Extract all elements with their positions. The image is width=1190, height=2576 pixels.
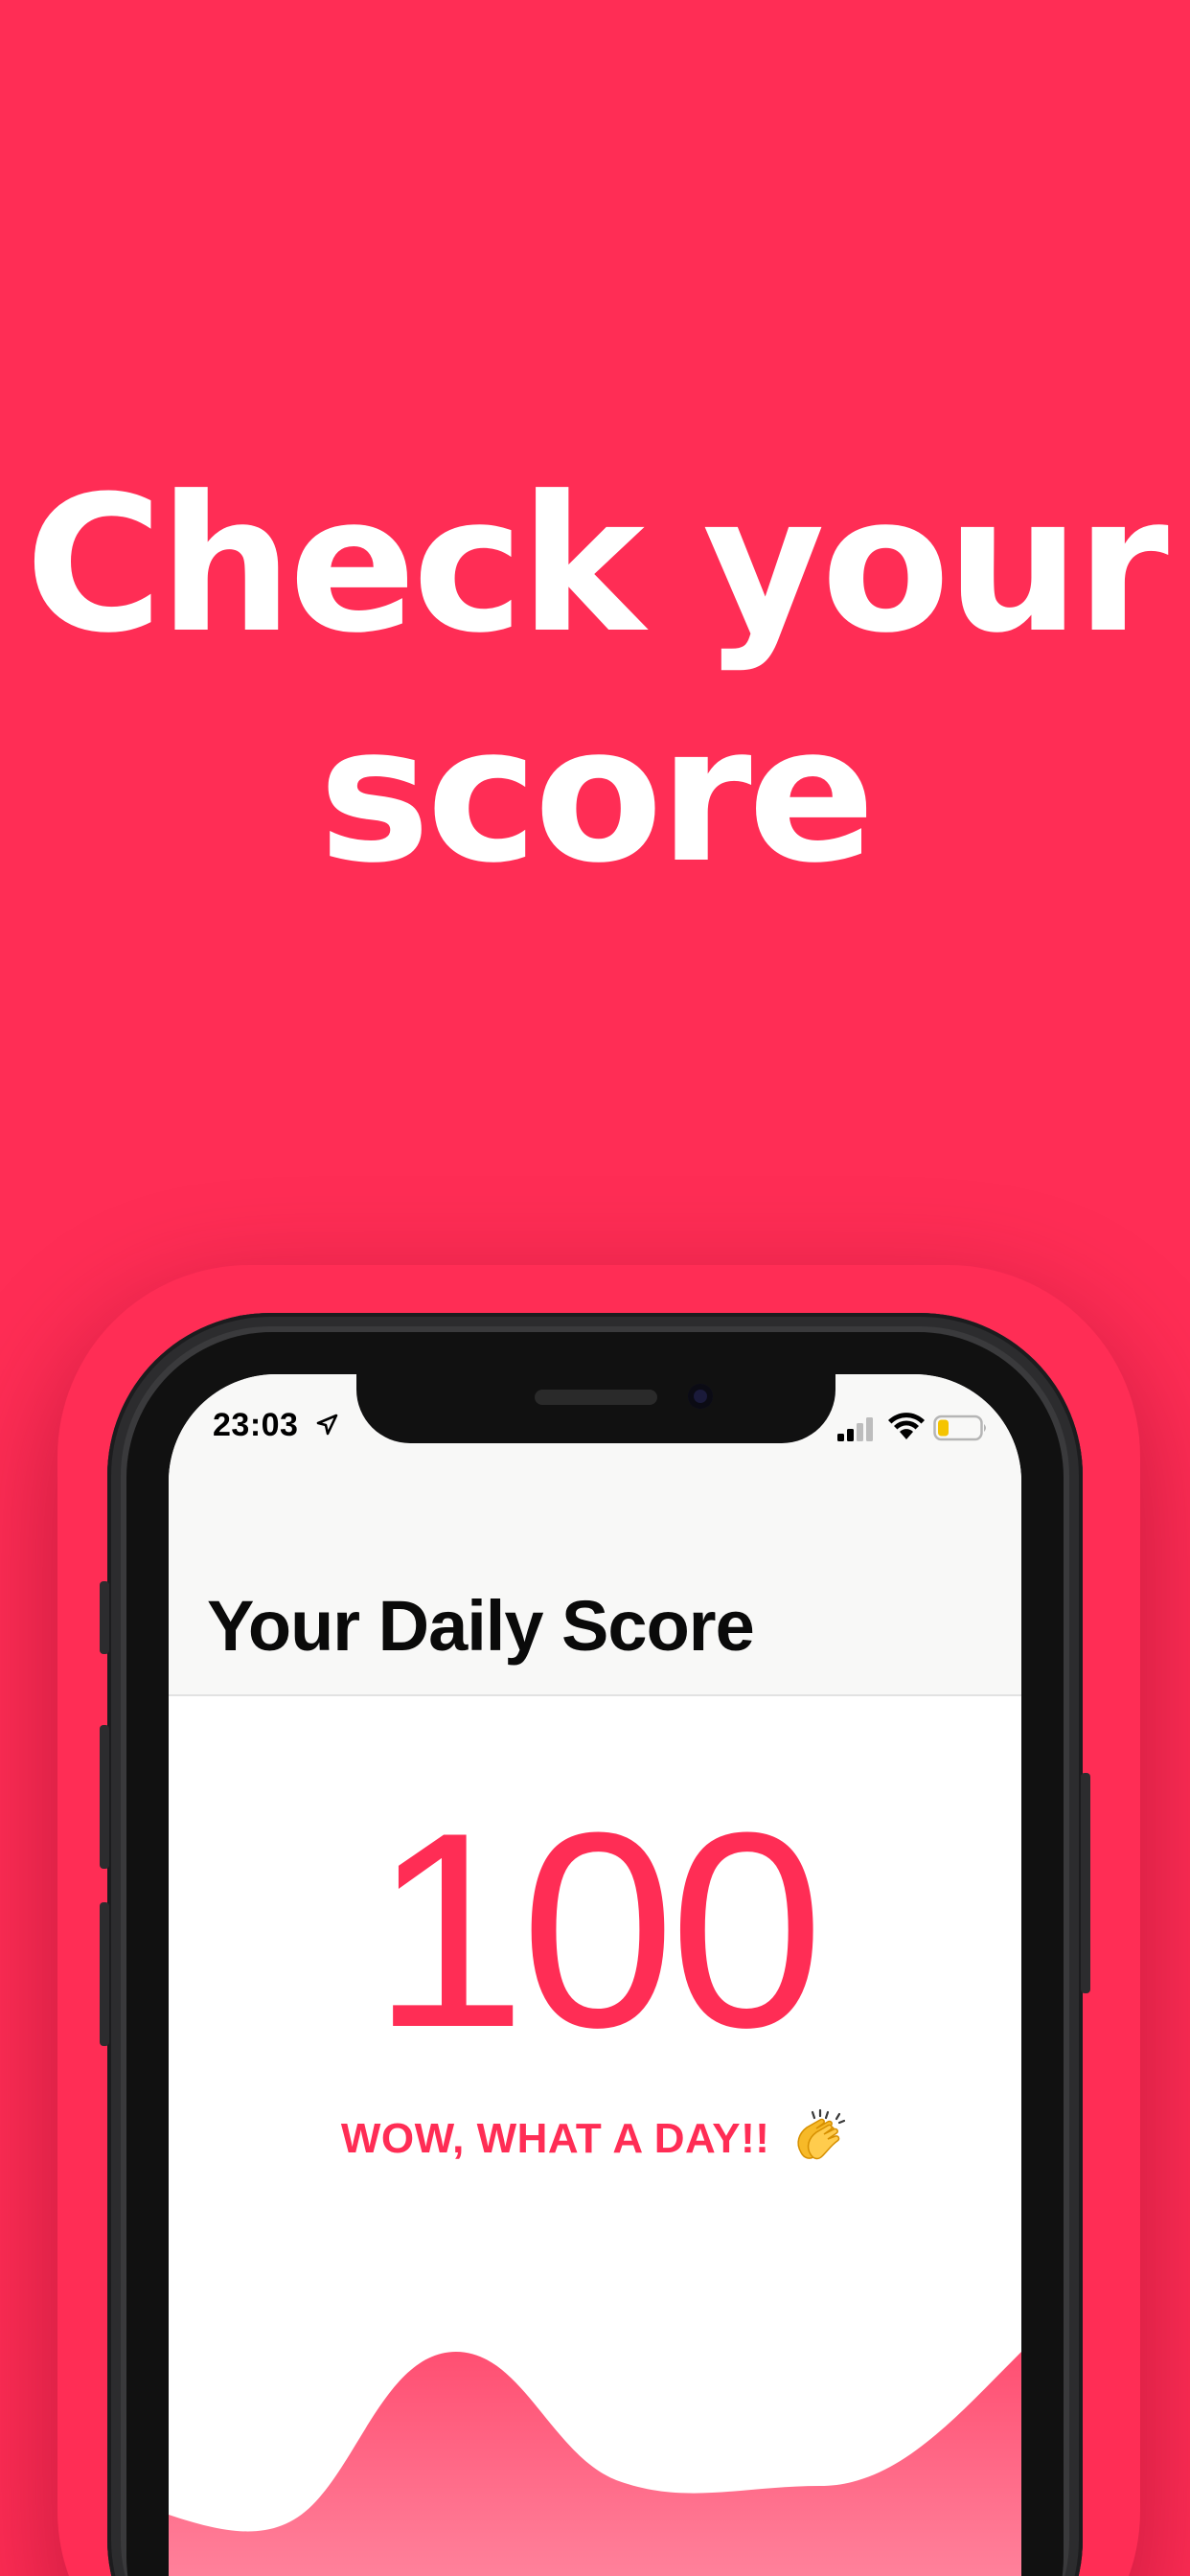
phone-notch: [356, 1374, 835, 1443]
earpiece-speaker: [535, 1390, 657, 1405]
phone-power-button: [1081, 1773, 1090, 1993]
phone-mute-switch: [100, 1581, 109, 1654]
score-message: WOW, WHAT A DAY!!: [169, 2106, 1021, 2164]
score-wave-graphic: [169, 2352, 1021, 2576]
phone-volume-down-button: [100, 1902, 109, 2046]
wifi-icon: [888, 1413, 925, 1439]
page-title: Your Daily Score: [207, 1586, 755, 1666]
daily-score-value: 100: [372, 1775, 824, 2085]
headline-line-1: Check your: [25, 456, 1169, 675]
clapping-hands-icon: [797, 2108, 846, 2160]
phone-screen: 23:03 Your Daily Score 100 WOW, WHAT A D…: [169, 1374, 1021, 2576]
headline-line-2: score: [318, 686, 875, 905]
score-message-text: WOW, WHAT A DAY!!: [340, 2115, 770, 2162]
battery-low-icon: [933, 1414, 986, 1441]
phone-volume-up-button: [100, 1725, 109, 1869]
front-camera: [688, 1384, 713, 1409]
cellular-signal-icon: [837, 1417, 873, 1441]
app-store-screenshot: Check your score 23:03 Your Daily Score …: [0, 0, 1190, 2576]
status-time: 23:03: [213, 1407, 299, 1443]
location-arrow-icon: [316, 1414, 338, 1436]
marketing-headline: Check your score: [0, 450, 1190, 910]
